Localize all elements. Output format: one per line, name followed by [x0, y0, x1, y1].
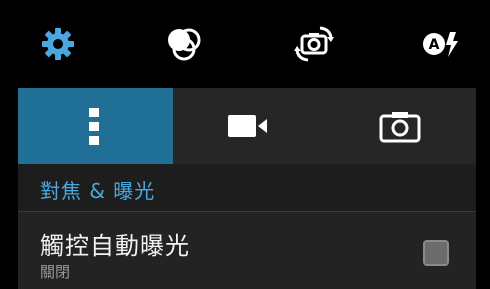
tab-more-options[interactable] [18, 88, 173, 164]
video-camera-icon [228, 115, 268, 137]
svg-text:A: A [429, 37, 440, 53]
right-edge [476, 88, 490, 289]
settings-tabs [18, 88, 476, 164]
vertical-dots-icon [89, 108, 100, 145]
tab-video[interactable] [172, 88, 325, 164]
camera-icon [379, 112, 421, 143]
setting-status: 關閉 [40, 263, 71, 281]
touch-auto-exposure-checkbox[interactable] [423, 240, 449, 266]
gear-icon[interactable] [34, 20, 82, 68]
switch-camera-icon[interactable] [290, 20, 338, 68]
camera-top-bar: A [0, 0, 490, 92]
auto-flash-icon[interactable]: A [416, 20, 464, 68]
tab-photo[interactable] [324, 88, 476, 164]
touch-auto-exposure-row[interactable]: 觸控自動曝光 關閉 [18, 212, 476, 289]
section-header: 對焦 & 曝光 [18, 164, 476, 212]
section-title: 對焦 & 曝光 [40, 179, 156, 203]
color-effects-icon[interactable] [160, 20, 208, 68]
setting-title: 觸控自動曝光 [40, 232, 190, 260]
settings-panel: 對焦 & 曝光 觸控自動曝光 關閉 [18, 88, 476, 289]
